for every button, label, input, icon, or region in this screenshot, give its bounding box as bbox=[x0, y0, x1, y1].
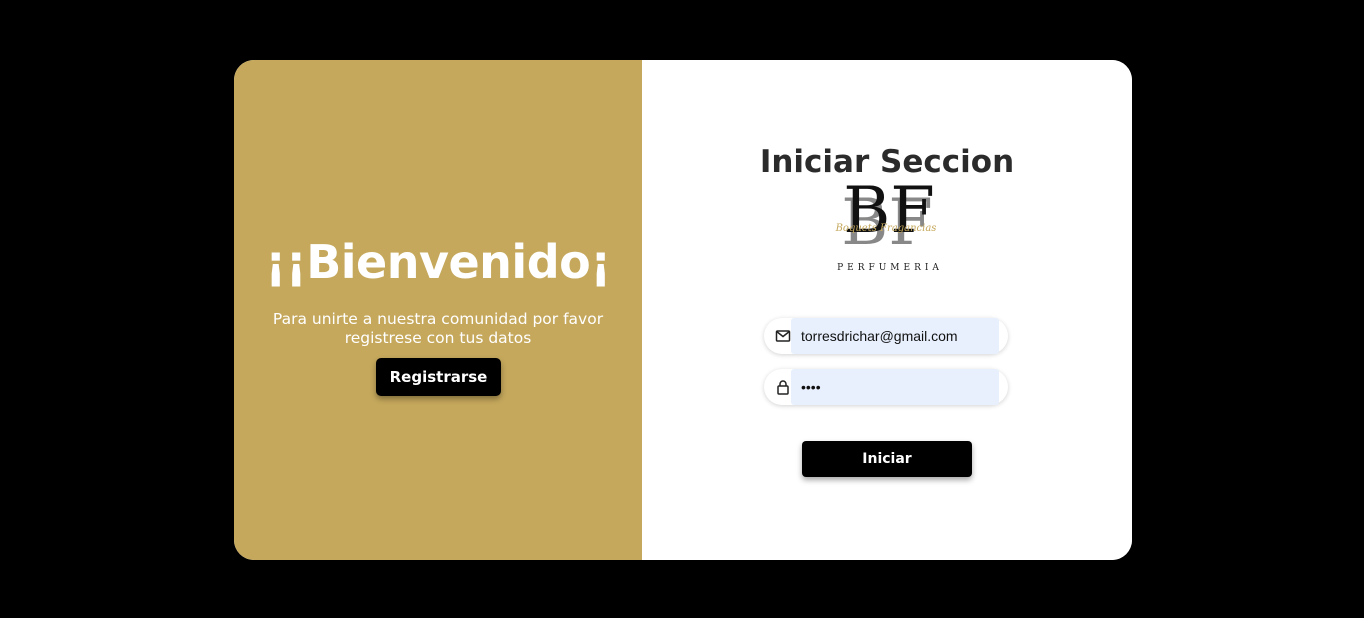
mail-icon bbox=[775, 330, 791, 342]
register-button[interactable]: Registrarse bbox=[376, 358, 501, 396]
brand-logo: BF BF Boquets Fragancias PERFUMERIA bbox=[835, 184, 943, 273]
welcome-title: ¡¡Bienvenido¡ bbox=[265, 235, 611, 289]
email-input[interactable] bbox=[791, 318, 999, 354]
lock-icon bbox=[777, 380, 789, 395]
welcome-message: Para unirte a nuestra comunidad por favo… bbox=[272, 310, 604, 347]
password-input[interactable] bbox=[791, 369, 999, 405]
auth-card: ¡¡Bienvenido¡ Para unirte a nuestra comu… bbox=[234, 60, 1132, 560]
login-button[interactable]: Iniciar bbox=[802, 441, 972, 477]
login-title: Iniciar Seccion bbox=[759, 144, 1015, 180]
logo-letters: BF bbox=[843, 184, 934, 248]
logo-script: Boquets Fragancias bbox=[835, 223, 937, 234]
logo-subtitle: PERFUMERIA bbox=[837, 263, 943, 273]
password-row bbox=[764, 369, 1008, 405]
welcome-panel: ¡¡Bienvenido¡ Para unirte a nuestra comu… bbox=[234, 60, 642, 560]
login-panel: Iniciar Seccion BF BF Boquets Fragancias… bbox=[642, 60, 1132, 560]
email-row bbox=[764, 318, 1008, 354]
